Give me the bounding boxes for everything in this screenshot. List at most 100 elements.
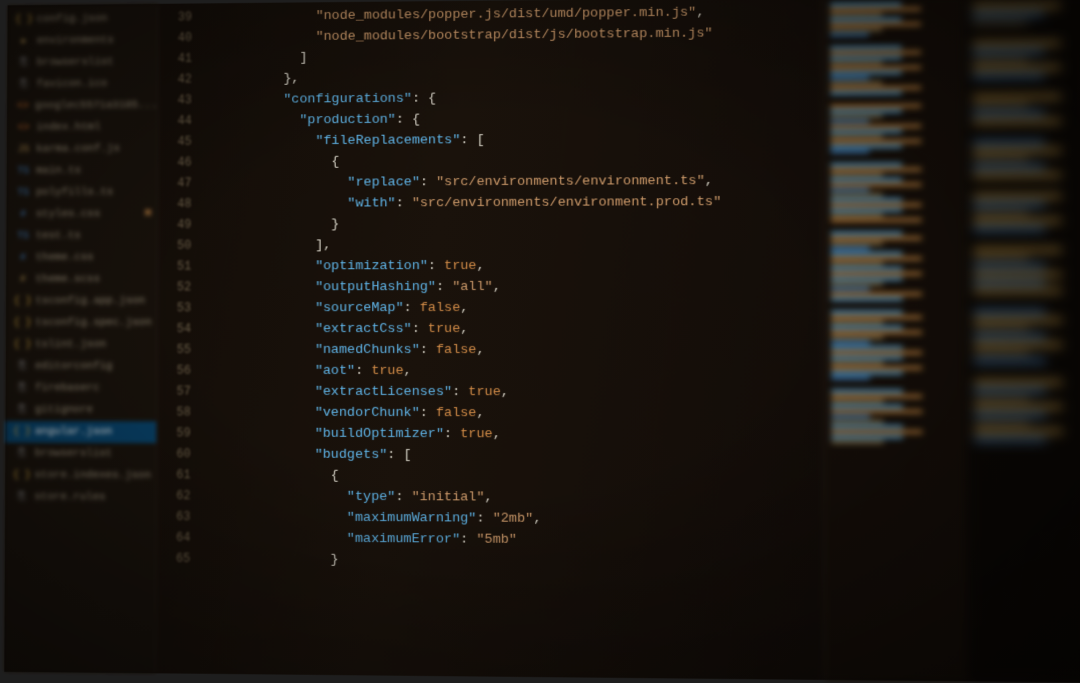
token-plain — [203, 197, 347, 212]
secondary-pane-line — [974, 350, 1030, 355]
token-key: "fileReplacements" — [315, 133, 460, 149]
file-name-label: main.ts — [36, 165, 81, 177]
minimap-line — [831, 371, 903, 374]
secondary-pane-line — [973, 226, 1045, 231]
code-line[interactable]: "aot": true, — [203, 361, 824, 383]
token-punc: , — [476, 406, 484, 421]
token-punc: } — [202, 552, 339, 568]
file-row-favicon-ico[interactable]: ⎘favicon.ico — [7, 73, 157, 96]
ts-icon: TS — [16, 186, 30, 200]
code-editor[interactable]: 3940414243444546474849505152535455565758… — [156, 0, 824, 680]
secondary-pane-line — [974, 326, 1030, 331]
line-number: 47 — [158, 173, 191, 194]
secondary-pane-line — [974, 296, 1080, 306]
file-row-theme-css[interactable]: #theme.css — [6, 247, 157, 269]
file-row-theme-scss[interactable]: #theme.scss — [6, 269, 157, 291]
code-line[interactable]: "outputHashing": "all", — [203, 276, 824, 298]
file-row-gitignore[interactable]: ⎘gitignore — [6, 399, 157, 421]
secondary-pane-line — [973, 180, 1080, 191]
minimap[interactable] — [823, 0, 969, 681]
code-line[interactable]: "sourceMap": false, — [203, 298, 824, 320]
file-row-googlec5571a3185-[interactable]: <>googlec5571a3185... — [7, 95, 157, 118]
minimap-line — [831, 395, 922, 398]
code-line[interactable]: { — [203, 149, 823, 173]
minimap-line — [831, 410, 922, 413]
token-str: "2mb" — [493, 512, 534, 527]
secondary-pane-line — [974, 420, 1030, 425]
file-row-main-ts[interactable]: TSmain.ts — [7, 160, 158, 182]
file-row-index-html[interactable]: <>index.html — [7, 116, 157, 139]
secondary-pane-line — [972, 20, 1028, 26]
secondary-pane-line — [973, 256, 1029, 261]
file-row-test-ts[interactable]: TStest.ts — [6, 225, 157, 247]
token-str: "all" — [452, 280, 493, 295]
code-line[interactable]: "buildOptimizer": true, — [203, 423, 825, 446]
file-row-tsconfig-spec-json[interactable]: { }tsconfig.spec.json — [6, 312, 157, 334]
minimap-line — [830, 135, 882, 138]
file-row-karma-conf-js[interactable]: JSkarma.conf.js — [7, 138, 157, 161]
file-row-environments[interactable]: ▸environments — [7, 29, 157, 52]
token-bool: true — [460, 427, 492, 442]
token-punc: : — [436, 280, 452, 295]
code-line[interactable]: "vendorChunk": false, — [203, 403, 825, 425]
secondary-pane-line — [973, 234, 1080, 244]
minimap-line — [830, 81, 882, 84]
minimap-line — [831, 376, 870, 379]
token-punc: : { — [396, 113, 420, 128]
file-row-store-rules[interactable]: ⎘store.rules — [5, 486, 156, 509]
file-row-angular-json[interactable]: { }angular.json — [5, 421, 156, 443]
token-bool: true — [428, 322, 460, 337]
code-line[interactable]: "replace": "src/environments/environment… — [203, 170, 823, 194]
file-row-styles-css[interactable]: #styles.cssM — [7, 203, 158, 225]
code-line[interactable]: } — [203, 213, 823, 236]
line-number: 65 — [157, 549, 191, 570]
line-number: 54 — [158, 319, 192, 340]
gen-icon: ⎘ — [15, 381, 29, 395]
code-line[interactable]: "budgets": [ — [202, 444, 824, 467]
file-row-tsconfig-app-json[interactable]: { }tsconfig.app.json — [6, 290, 157, 312]
secondary-pane-line — [973, 140, 1045, 145]
token-bool: true — [444, 259, 476, 274]
token-punc: : — [428, 259, 444, 274]
file-name-label: theme.css — [36, 252, 94, 264]
file-row-tslint-json[interactable]: { }tslint.json — [6, 334, 157, 356]
token-key: "replace" — [347, 175, 420, 190]
code-line[interactable]: } — [202, 549, 824, 574]
token-key: "maximumError" — [347, 532, 460, 548]
token-key: "with" — [347, 196, 395, 211]
code-line[interactable]: "namedChunks": false, — [203, 340, 824, 361]
file-row-firebaserc[interactable]: ⎘firebaserc — [6, 378, 157, 400]
line-number: 39 — [159, 7, 192, 28]
minimap-line — [831, 198, 902, 201]
file-row-browserslist[interactable]: ⎘browserslist — [7, 51, 157, 74]
minimap-line — [830, 86, 921, 90]
code-line[interactable]: "extractCss": true, — [203, 319, 824, 340]
minimap-line — [831, 351, 922, 354]
file-row-browserslist[interactable]: ⎘browserslist — [5, 443, 156, 465]
file-row-editorconfig[interactable]: ⎘editorconfig — [6, 356, 157, 378]
file-row-polyfills-ts[interactable]: TSpolyfills.ts — [7, 182, 158, 204]
file-name-label: tsconfig.app.json — [35, 295, 145, 307]
html-icon: <> — [17, 121, 31, 135]
token-punc: : { — [412, 92, 436, 107]
code-line[interactable]: "extractLicenses": true, — [203, 382, 824, 404]
file-row-store-indexes-json[interactable]: { }store.indexes.json — [5, 465, 156, 487]
code-line[interactable]: "optimization": true, — [203, 255, 824, 277]
file-name-label: favicon.ico — [36, 78, 107, 90]
file-name-label: tsconfig.spec.json — [35, 317, 151, 329]
js-icon: JS — [17, 143, 31, 157]
line-number: 56 — [157, 361, 191, 382]
code-line[interactable]: "with": "src/environments/environment.pr… — [203, 192, 823, 215]
token-key: "buildOptimizer" — [315, 427, 444, 442]
code-line[interactable]: ], — [203, 234, 824, 257]
minimap-line — [830, 13, 882, 16]
secondary-editor-pane — [966, 0, 1080, 683]
line-number: 61 — [157, 465, 191, 486]
minimap-line — [830, 124, 921, 128]
secondary-pane-line — [973, 194, 1062, 199]
file-explorer-sidebar[interactable]: { }config.json▸environments⎘browserslist… — [4, 4, 159, 674]
code-line[interactable]: { — [202, 465, 824, 489]
file-row-config-json[interactable]: { }config.json — [7, 8, 157, 31]
code-content[interactable]: "node_modules/popper.js/dist/umd/popper.… — [202, 1, 825, 680]
line-number: 63 — [157, 507, 191, 528]
